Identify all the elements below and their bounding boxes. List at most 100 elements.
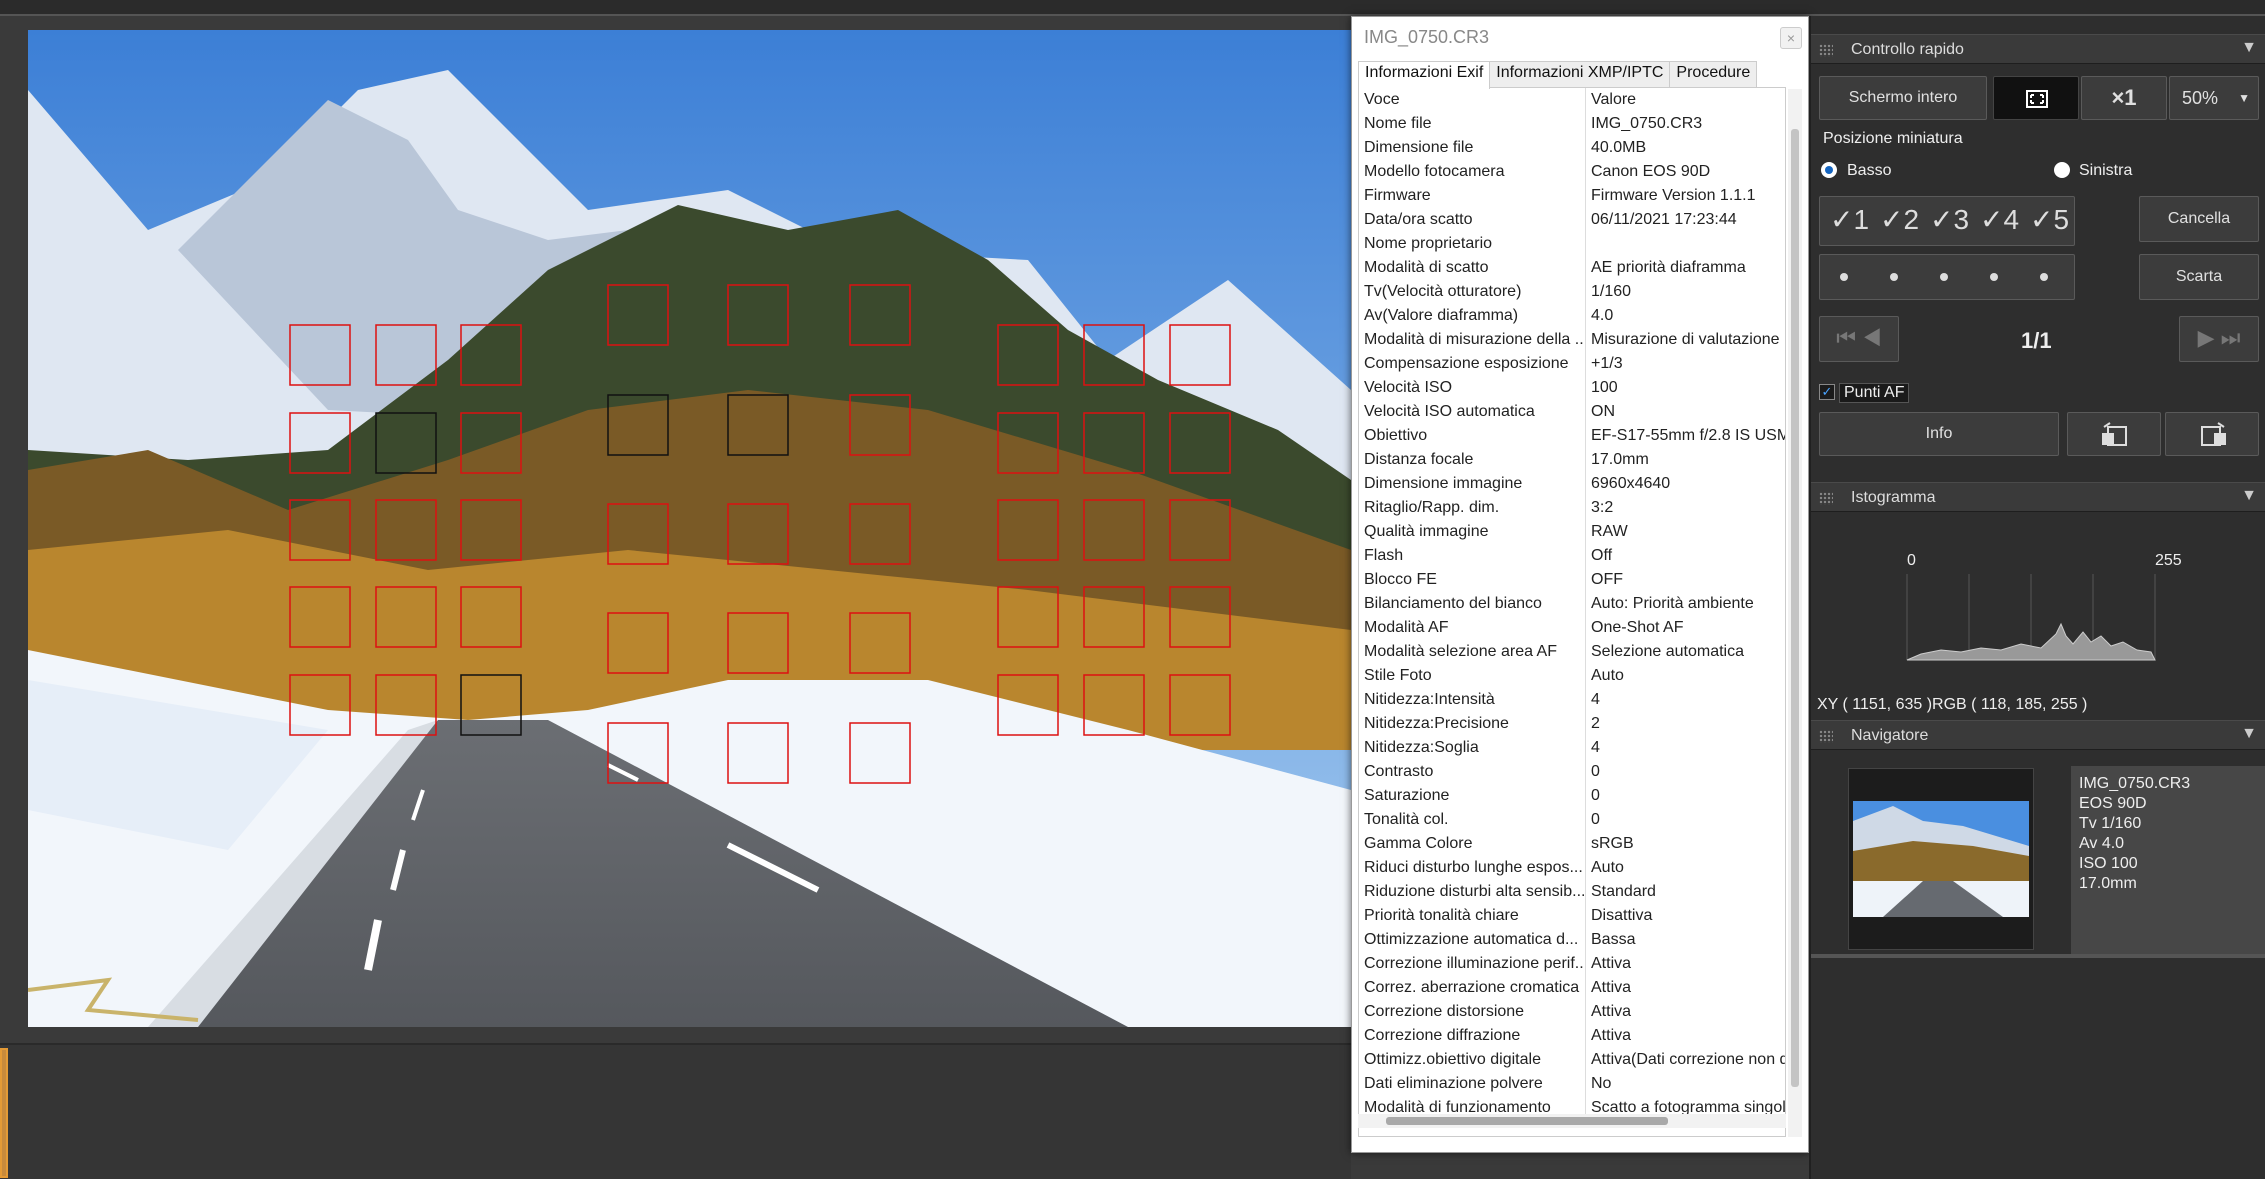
table-row[interactable]: Nome file IMG_0750.CR3 [1359,112,1785,136]
table-row[interactable]: Modello fotocamera Canon EOS 90D [1359,160,1785,184]
cell-key: Riduci disturbo lunghe espos... [1359,856,1586,880]
filmstrip-thumbnail[interactable] [0,1048,8,1178]
radio-left[interactable] [2054,162,2070,178]
table-row[interactable]: Contrasto 0 [1359,760,1785,784]
cell-value: Attiva [1591,955,1632,972]
navigator-thumbnail[interactable] [1853,801,2029,917]
navigator-thumbnail-frame[interactable] [1848,768,2034,950]
table-row[interactable]: Ottimizzazione automatica d... Bassa [1359,928,1785,952]
scrollbar-thumb[interactable] [1386,1117,1668,1125]
filmstrip[interactable] [0,1043,1351,1179]
tab-exif[interactable]: Informazioni Exif [1358,61,1491,89]
cell-key: Nome file [1359,112,1586,136]
table-row[interactable]: Riduzione disturbi alta sensib... Standar… [1359,880,1785,904]
radio-bottom[interactable] [1821,162,1837,178]
next-image-icon[interactable]: ▶ [2198,325,2215,350]
chevron-down-icon[interactable]: ▼ [2241,725,2257,743]
cell-key: Modalità selezione area AF [1359,640,1586,664]
rotate-left-button[interactable] [2067,412,2161,456]
table-row[interactable]: Qualità immagine RAW [1359,520,1785,544]
table-row[interactable]: Modalità di scatto AE priorità diaframma [1359,256,1785,280]
vertical-scrollbar[interactable] [1788,89,1802,1137]
af-points-checkbox[interactable]: ✓ [1819,384,1835,400]
table-row[interactable]: Tonalità col. 0 [1359,808,1785,832]
rating-1-button[interactable]: ✓1 [1830,203,1869,236]
rating-dot[interactable] [1990,273,1998,281]
close-icon[interactable]: × [1780,27,1802,49]
table-row[interactable]: Compensazione esposizione +1/3 [1359,352,1785,376]
table-row[interactable]: Dimensione file 40.0MB [1359,136,1785,160]
table-row[interactable]: Nome proprietario [1359,232,1785,256]
table-row[interactable]: Nitidezza:Intensità 4 [1359,688,1785,712]
histogram-header[interactable]: Istogramma ▼ [1811,482,2265,512]
rating-dot[interactable] [1940,273,1948,281]
cell-key: Priorità tonalità chiare [1359,904,1586,928]
table-header-row[interactable]: Voce Valore [1359,88,1785,112]
table-row[interactable]: Modalità selezione area AF Selezione auto… [1359,640,1785,664]
table-row[interactable]: Dimensione immagine 6960x4640 [1359,472,1785,496]
first-prev-buttons[interactable]: ⏮ ◀ [1819,316,1899,362]
table-row[interactable]: Correzione diffrazione Attiva [1359,1024,1785,1048]
table-row[interactable]: Saturazione 0 [1359,784,1785,808]
horizontal-scrollbar[interactable] [1358,1114,1786,1128]
table-row[interactable]: Nitidezza:Precisione 2 [1359,712,1785,736]
table-row[interactable]: Distanza focale 17.0mm [1359,448,1785,472]
table-row[interactable]: Ritaglio/Rapp. dim. 3:2 [1359,496,1785,520]
navigator-header[interactable]: Navigatore ▼ [1811,720,2265,750]
table-row[interactable]: Av(Valore diaframma) 4.0 [1359,304,1785,328]
cell-key: Distanza focale [1359,448,1586,472]
rating-dot[interactable] [1840,273,1848,281]
rating-5-button[interactable]: ✓5 [2030,203,2069,236]
info-button[interactable]: Info [1819,412,2059,456]
table-row[interactable]: Ottimizz.obiettivo digitale Attiva(Dati c… [1359,1048,1785,1072]
table-row[interactable]: Dati eliminazione polvere No [1359,1072,1785,1096]
rating-3-button[interactable]: ✓3 [1930,203,1969,236]
rating-4-button[interactable]: ✓4 [1980,203,2019,236]
rating-2-button[interactable]: ✓2 [1880,203,1919,236]
chevron-down-icon[interactable]: ▼ [2241,487,2257,505]
table-row[interactable]: Blocco FE OFF [1359,568,1785,592]
zoom-select[interactable]: 50% ▼ [2169,76,2259,120]
discard-button[interactable]: Scarta [2139,254,2259,300]
table-row[interactable]: Gamma Colore sRGB [1359,832,1785,856]
table-row[interactable]: Tv(Velocità otturatore) 1/160 [1359,280,1785,304]
chevron-down-icon[interactable]: ▼ [2241,39,2257,57]
last-image-icon[interactable]: ⏭ [2221,325,2241,350]
table-row[interactable]: Modalità di misurazione della ... Misuraz… [1359,328,1785,352]
table-row[interactable]: Modalità AF One-Shot AF [1359,616,1785,640]
zoom-100-button[interactable]: ×1 [2081,76,2167,120]
thumb-position-label: Posizione miniatura [1823,130,1963,147]
table-row[interactable]: Correzione illuminazione perif... Attiva [1359,952,1785,976]
scrollbar-thumb[interactable] [1791,129,1799,1087]
table-row[interactable]: Velocità ISO automatica ON [1359,400,1785,424]
cancel-button[interactable]: Cancella [2139,196,2259,242]
image-viewer[interactable]: •••••• [0,16,1351,1056]
rating-dot[interactable] [1890,273,1898,281]
table-row[interactable]: Priorità tonalità chiare Disattiva [1359,904,1785,928]
table-row[interactable]: Riduci disturbo lunghe espos... Auto [1359,856,1785,880]
table-row[interactable]: Firmware Firmware Version 1.1.1 [1359,184,1785,208]
quick-control-header[interactable]: Controllo rapido ▼ [1811,34,2265,64]
fit-screen-button[interactable] [1993,76,2079,120]
section-title: Controllo rapido [1851,41,1964,58]
table-row[interactable]: Data/ora scatto 06/11/2021 17:23:44 [1359,208,1785,232]
table-row[interactable]: Obiettivo EF-S17-55mm f/2.8 IS USM [1359,424,1785,448]
first-image-icon[interactable]: ⏮ [1836,325,1856,350]
table-row[interactable]: Stile Foto Auto [1359,664,1785,688]
fullscreen-button[interactable]: Schermo intero [1819,76,1987,120]
table-row[interactable]: Bilanciamento del bianco Auto: Priorità a… [1359,592,1785,616]
cell-value: 1/160 [1591,283,1632,300]
prev-image-icon[interactable]: ◀ [1862,325,1882,350]
table-row[interactable]: Velocità ISO 100 [1359,376,1785,400]
table-row[interactable]: Correzione distorsione Attiva [1359,1000,1785,1024]
exif-table[interactable]: Voce Valore Nome file IMG_0750.CR3 Dimension… [1358,87,1786,1137]
table-row[interactable]: Flash Off [1359,544,1785,568]
tab-procedure[interactable]: Procedure [1669,61,1758,87]
photo-preview[interactable] [28,30,1351,1027]
tab-xmp-iptc[interactable]: Informazioni XMP/IPTC [1489,61,1671,87]
rating-dot[interactable] [2040,273,2048,281]
next-last-buttons[interactable]: ▶ ⏭ [2179,316,2259,362]
table-row[interactable]: Correz. aberrazione cromatica Attiva [1359,976,1785,1000]
rotate-right-button[interactable] [2165,412,2259,456]
table-row[interactable]: Nitidezza:Soglia 4 [1359,736,1785,760]
